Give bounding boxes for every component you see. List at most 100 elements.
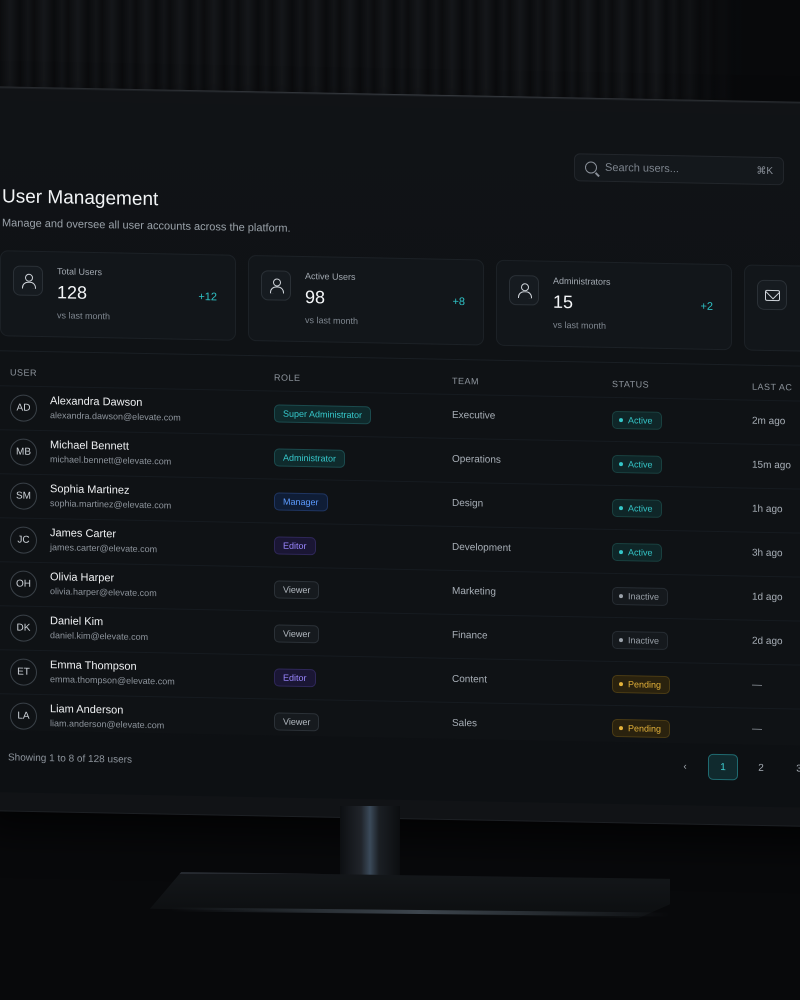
user-email: daniel.kim@elevate.com	[50, 630, 149, 643]
status-badge: Pending	[612, 674, 671, 695]
avatar: MB	[10, 438, 37, 466]
page-button-2[interactable]: 2	[746, 755, 776, 782]
last-active: —	[752, 723, 762, 735]
team-label: Marketing	[452, 585, 496, 598]
status-label: Active	[628, 503, 653, 514]
stat-sub: vs last month	[305, 315, 359, 327]
user-icon	[13, 265, 43, 297]
search-box[interactable]: ⌘K	[574, 153, 784, 186]
status-dot	[619, 594, 623, 599]
avatar: LA	[10, 702, 37, 730]
role-badge: Editor	[274, 536, 316, 556]
stat-delta: +2	[700, 300, 713, 313]
users-table: USER ROLE TEAM STATUS LAST AC AD Alexandr…	[0, 350, 800, 754]
stat-label: Active Users	[305, 271, 356, 283]
user-email: alexandra.dawson@elevate.com	[50, 410, 181, 423]
user-name[interactable]: Daniel Kim	[50, 615, 103, 628]
mail-icon	[757, 279, 787, 311]
status-dot	[619, 726, 623, 731]
last-active: —	[752, 679, 762, 691]
stat-value: 98	[305, 287, 326, 308]
stats-cards: Total Users 128 vs last month +12 Active…	[0, 250, 800, 352]
avatar: DK	[10, 614, 37, 642]
column-header-status[interactable]: STATUS	[612, 379, 649, 390]
status-dot	[619, 682, 623, 687]
status-label: Inactive	[628, 635, 660, 646]
role-badge: Viewer	[274, 624, 320, 644]
role-badge: Viewer	[274, 712, 320, 732]
status-badge: Active	[612, 410, 662, 430]
status-badge: Inactive	[612, 586, 669, 607]
last-active: 1d ago	[752, 591, 783, 604]
status-dot	[619, 418, 623, 423]
stat-sub: vs last month	[553, 319, 607, 331]
team-label: Finance	[452, 629, 488, 642]
status-badge: Active	[612, 498, 662, 518]
monitor-screen: ⌘K User Management Manage and oversee al…	[0, 100, 800, 809]
user-name[interactable]: Alexandra Dawson	[50, 395, 142, 409]
column-header-last-active[interactable]: LAST AC	[752, 382, 792, 393]
stat-label: Total Users	[57, 266, 103, 278]
team-label: Design	[452, 497, 484, 510]
status-label: Active	[628, 459, 653, 470]
avatar: SM	[10, 482, 37, 510]
status-dot	[619, 462, 623, 467]
user-name[interactable]: Sophia Martinez	[50, 483, 130, 497]
search-icon	[585, 161, 597, 174]
user-name[interactable]: Emma Thompson	[50, 659, 137, 673]
user-name[interactable]: Liam Anderson	[50, 703, 123, 716]
stat-delta: +8	[452, 295, 465, 309]
last-active: 1h ago	[752, 503, 783, 516]
stat-card-administrators: Administrators 15 vs last month +2	[496, 259, 732, 351]
pagination-summary: Showing 1 to 8 of 128 users	[8, 752, 132, 766]
status-label: Active	[628, 547, 653, 558]
stat-sub: vs last month	[57, 310, 111, 322]
column-header-team[interactable]: TEAM	[452, 376, 479, 387]
team-label: Operations	[452, 453, 501, 466]
team-label: Executive	[452, 409, 496, 422]
user-email: liam.anderson@elevate.com	[50, 718, 165, 731]
status-dot	[619, 506, 623, 511]
last-active: 2d ago	[752, 635, 783, 648]
last-active: 15m ago	[752, 459, 791, 472]
user-name[interactable]: James Carter	[50, 527, 116, 540]
pagination: ‹ 1 2 3	[670, 753, 800, 782]
prev-page-button[interactable]: ‹	[670, 753, 700, 780]
avatar: JC	[10, 526, 37, 554]
status-label: Inactive	[628, 591, 660, 602]
page-button-3[interactable]: 3	[784, 755, 800, 782]
team-label: Sales	[452, 717, 478, 730]
user-name[interactable]: Olivia Harper	[50, 571, 114, 584]
stat-card-active-users: Active Users 98 vs last month +8	[248, 254, 484, 346]
last-active: 3h ago	[752, 547, 783, 560]
column-header-user[interactable]: USER	[10, 367, 37, 378]
status-badge: Active	[612, 454, 662, 474]
stat-card-total-users: Total Users 128 vs last month +12	[0, 250, 236, 341]
stat-value: 15	[553, 291, 574, 313]
user-name[interactable]: Michael Bennett	[50, 439, 129, 453]
status-dot	[619, 638, 623, 643]
stat-label: Administrators	[553, 275, 611, 287]
last-active: 2m ago	[752, 415, 786, 428]
search-input[interactable]	[605, 161, 749, 177]
user-email: olivia.harper@elevate.com	[50, 586, 157, 599]
user-email: michael.bennett@elevate.com	[50, 454, 172, 467]
role-badge: Manager	[274, 492, 328, 512]
avatar: OH	[10, 570, 37, 598]
avatar: ET	[10, 658, 37, 686]
stat-delta: +12	[198, 291, 217, 304]
avatar: AD	[10, 394, 37, 422]
page-button-1[interactable]: 1	[708, 753, 738, 781]
user-email: sophia.martinez@elevate.com	[50, 498, 172, 511]
page-subtitle: Manage and oversee all user accounts acr…	[2, 217, 291, 235]
stat-card-invitations	[744, 264, 800, 352]
stat-value: 128	[57, 282, 88, 303]
user-icon	[509, 274, 539, 306]
status-label: Pending	[628, 679, 662, 690]
status-badge: Pending	[612, 718, 671, 739]
team-label: Content	[452, 673, 488, 686]
role-badge: Administrator	[274, 448, 346, 468]
column-header-role[interactable]: ROLE	[274, 372, 301, 383]
role-badge: Super Administrator	[274, 404, 372, 425]
keyboard-shortcut: ⌘K	[756, 165, 773, 177]
